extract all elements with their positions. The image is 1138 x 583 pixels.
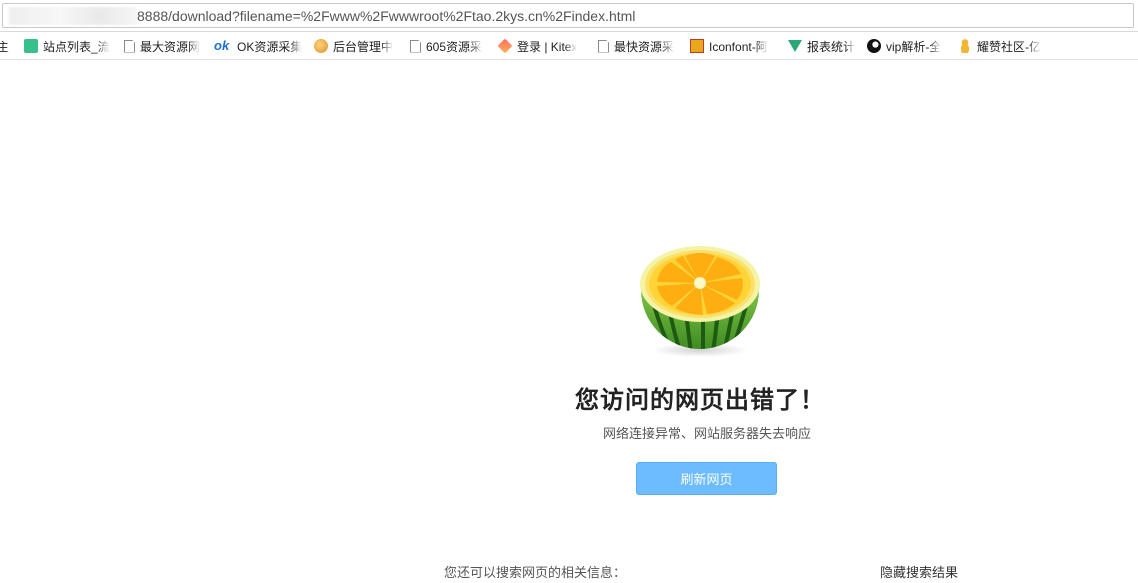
gourd-icon [958,39,972,53]
url-text: 8888/download?filename=%2Fwww%2Fwwwroot%… [137,8,636,24]
address-bar: 8888/download?filename=%2Fwww%2Fwwwroot%… [0,0,1138,32]
bookmark-label: vip解析-全 [886,39,942,54]
bookmark-item-11[interactable]: 耀赞社区-亿 [958,37,1048,55]
bookmark-label: 605资源采 [426,39,483,54]
bookmark-item-0[interactable]: 主 [0,37,13,55]
kite-icon [498,38,513,54]
book-icon [24,39,38,53]
bookmark-item-5[interactable]: 605资源采 [410,37,488,55]
bookmark-item-8[interactable]: Iconfont-阿 [690,37,780,55]
vip-icon [867,39,881,53]
bookmark-label: 耀赞社区-亿 [977,39,1041,54]
bookmark-item-7[interactable]: 最快资源采 [598,37,680,55]
bookmark-label: Iconfont-阿 [709,39,768,54]
bookmark-item-2[interactable]: 最大资源网 [124,37,204,55]
bookmark-label: 站点列表_流 [43,39,110,54]
bookmark-label: 主 [0,38,9,55]
bookmark-item-4[interactable]: 后台管理中 [314,37,396,55]
search-hint: 您还可以搜索网页的相关信息： [444,565,627,580]
hide-results-link[interactable]: 隐藏搜索结果 [880,562,958,581]
page-icon [410,39,421,53]
page-title: 您访问的网页出错了！ [575,387,825,414]
bookmark-item-3[interactable]: ok OK资源采集 [214,37,304,55]
page-icon [124,39,135,53]
v-icon [788,40,802,52]
bookmark-label: 登录 | Kitex [517,39,578,54]
face-icon [314,39,328,53]
bookmark-item-1[interactable]: 站点列表_流 [24,37,112,55]
bookmark-item-9[interactable]: 报表统计 [788,37,860,55]
refresh-button[interactable]: 刷新网页 [636,462,777,495]
iconfont-icon [690,39,704,53]
bookmark-label: OK资源采集 [237,39,303,54]
bookmarks-bar: 主 站点列表_流 最大资源网 ok OK资源采集 后台管理中 605资源采 登录… [0,32,1138,60]
lemon-icon [640,246,760,357]
page-subtitle: 网络连接异常、网站服务器失去响应 [602,426,811,441]
bookmark-item-10[interactable]: vip解析-全 [867,37,947,55]
bookmark-label: 最快资源采 [614,39,675,54]
url-redacted-segment [9,7,137,25]
page-icon [598,39,609,53]
bookmark-label: 后台管理中 [333,39,394,54]
bookmark-label: 报表统计 [807,39,856,54]
bookmark-item-6[interactable]: 登录 | Kitex [498,37,586,55]
url-input[interactable]: 8888/download?filename=%2Fwww%2Fwwwroot%… [2,3,1134,28]
bookmark-label: 最大资源网 [140,39,201,54]
ok-icon: ok [214,38,230,53]
